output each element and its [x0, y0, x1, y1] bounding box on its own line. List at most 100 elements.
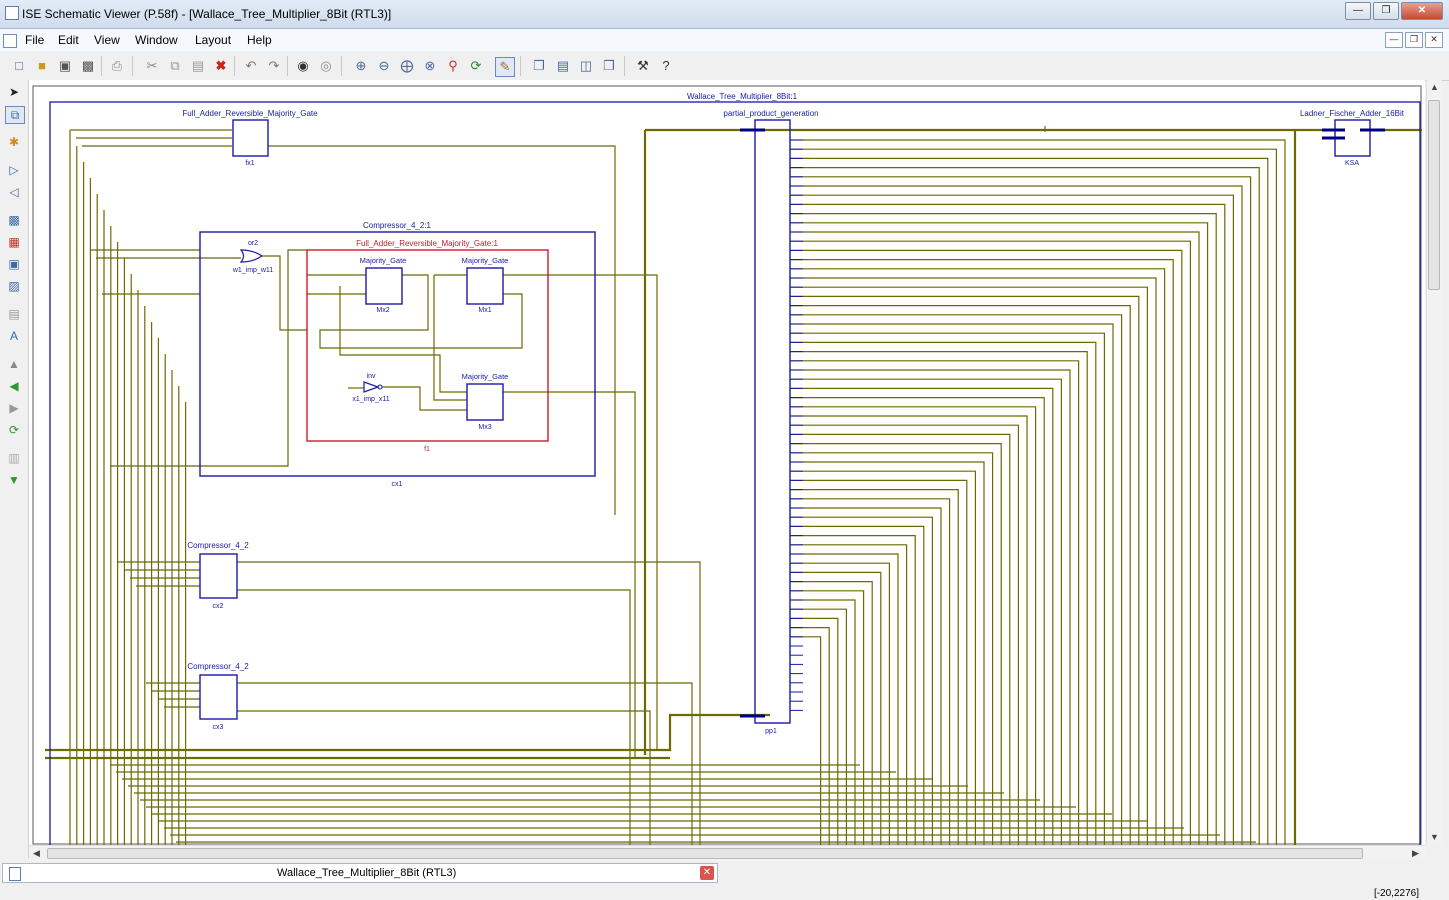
mx1-inst: Mx1: [478, 307, 491, 314]
horizontal-scrollbar[interactable]: ◀ ▶: [29, 845, 1425, 861]
minimize-button[interactable]: —: [1345, 2, 1371, 20]
document-tab-bar: Wallace_Tree_Multiplier_8Bit (RTL3) ✕: [0, 861, 1449, 885]
undo-icon[interactable]: ↶: [242, 57, 260, 75]
maximize-button[interactable]: ❐: [1373, 2, 1399, 20]
document-tab-label: Wallace_Tree_Multiplier_8Bit (RTL3): [277, 867, 457, 879]
add-pin-icon[interactable]: ▩: [5, 212, 23, 228]
zoom-full-icon[interactable]: ⨁: [398, 57, 416, 75]
compressor2-title: Compressor_4_2: [187, 541, 249, 550]
zoom-out-icon[interactable]: ⊖: [375, 57, 393, 75]
ksa-title: Ladner_Fischer_Adder_16Bit: [1300, 109, 1405, 118]
tab-close-icon[interactable]: ✕: [700, 866, 714, 880]
doc-restore-button[interactable]: ❐: [1405, 32, 1423, 48]
save-icon[interactable]: ▣: [56, 57, 74, 75]
document-menu-icon[interactable]: [3, 34, 17, 48]
save-all-icon[interactable]: ▩: [79, 57, 97, 75]
vertical-scrollbar[interactable]: ▲ ▼: [1426, 80, 1442, 845]
scroll-right-icon[interactable]: ▶: [1412, 848, 1419, 859]
pp-block: partial_product_generation pp1: [723, 109, 818, 735]
pp-output-pins: [790, 139, 803, 711]
doc-close-button[interactable]: ✕: [1425, 32, 1443, 48]
menu-bar: File Edit View Window Layout Help — ❐ ✕: [0, 29, 1449, 51]
scroll-down-icon[interactable]: ▼: [1430, 832, 1439, 842]
push-up-icon[interactable]: ▲: [5, 356, 23, 372]
document-window-controls: — ❐ ✕: [1383, 32, 1443, 48]
ksa-inst: KSA: [1345, 160, 1359, 167]
select-pointer-icon[interactable]: ➤: [5, 84, 23, 100]
context-help-icon[interactable]: ?: [657, 57, 675, 75]
document-tab[interactable]: Wallace_Tree_Multiplier_8Bit (RTL3) ✕: [2, 863, 718, 883]
majority-gate-mx3: Majority_Gate Mx3: [462, 372, 509, 431]
menu-window[interactable]: Window: [135, 33, 178, 47]
schematic-doc-icon: [9, 867, 21, 881]
menu-view[interactable]: View: [94, 33, 120, 47]
schematic-canvas[interactable]: Wallace_Tree_Multiplier_8Bit:1 Full_Adde…: [29, 80, 1425, 845]
back-icon[interactable]: ◀: [5, 378, 23, 394]
horizontal-scroll-thumb[interactable]: [47, 848, 1363, 859]
compressor2-block: Compressor_4_2 cx2: [187, 541, 249, 610]
text-label-icon[interactable]: A: [5, 328, 23, 344]
zoom-in-icon[interactable]: ⊕: [352, 57, 370, 75]
mx2-inst: Mx2: [376, 307, 389, 314]
select-area-icon[interactable]: ⧉: [5, 106, 25, 124]
app-icon: [5, 6, 19, 20]
or-gate-inst: w1_imp_w11: [232, 267, 273, 274]
bus-wires: [45, 128, 1422, 845]
compressor1-title: Compressor_4_2:1: [363, 221, 432, 230]
majority-gate-mx1: Majority_Gate Mx1: [462, 256, 509, 314]
symbol-icon[interactable]: ▨: [5, 278, 23, 294]
find-icon[interactable]: ◉: [294, 57, 312, 75]
menu-edit[interactable]: Edit: [58, 33, 79, 47]
forward-icon[interactable]: ▶: [5, 400, 23, 416]
tile-horizontal-icon[interactable]: ▤: [554, 57, 572, 75]
compressor3-title: Compressor_4_2: [187, 662, 249, 671]
cut-icon[interactable]: ✂: [143, 57, 161, 75]
copy-icon[interactable]: ⧉: [166, 57, 184, 75]
new-icon[interactable]: □: [10, 57, 28, 75]
wire-layer: [69, 126, 1286, 845]
scroll-left-icon[interactable]: ◀: [33, 848, 40, 859]
zoom-fit-icon[interactable]: ⊗: [421, 57, 439, 75]
properties-icon[interactable]: ▤: [5, 306, 23, 322]
print-icon[interactable]: ⎙: [108, 57, 126, 75]
close-button[interactable]: ✕: [1401, 2, 1443, 20]
run-icon[interactable]: ▼: [5, 472, 23, 488]
instance-icon[interactable]: ▣: [5, 256, 23, 272]
vertical-scroll-thumb[interactable]: [1428, 100, 1440, 290]
history-icon[interactable]: ⟳: [5, 422, 23, 438]
cascade-icon[interactable]: ❐: [530, 57, 548, 75]
paste-icon[interactable]: ▤: [189, 57, 207, 75]
expand-forward-icon[interactable]: ▷: [5, 162, 23, 178]
delete-icon[interactable]: ✖: [212, 57, 230, 75]
title-bar: ISE Schematic Viewer (P.58f) - [Wallace_…: [0, 0, 1449, 29]
doc-minimize-button[interactable]: —: [1385, 32, 1403, 48]
scroll-up-icon[interactable]: ▲: [1430, 82, 1439, 92]
compressor3-block: Compressor_4_2 cx3: [187, 662, 249, 731]
window-controls: — ❐ ✕: [1343, 2, 1443, 20]
expand-backward-icon[interactable]: ◁: [5, 184, 23, 200]
toolbar: □ ■ ▣ ▩ ⎙ ✂ ⧉ ▤ ✖ ↶ ↷ ◉ ◎ ⊕ ⊖ ⨁ ⊗ ⚲ ⟳ ✎ …: [0, 52, 1449, 81]
compressor1-inst: cx1: [392, 481, 403, 488]
inverter-title: inv: [367, 373, 376, 380]
open-folder-icon[interactable]: ■: [33, 57, 51, 75]
fa-top-title: Full_Adder_Reversible_Majority_Gate: [182, 109, 318, 118]
menu-file[interactable]: File: [25, 33, 44, 47]
settings-wrench-icon[interactable]: ⚒: [634, 57, 652, 75]
add-wire-icon[interactable]: ✱: [5, 134, 23, 150]
hierarchy-icon[interactable]: ▥: [5, 450, 23, 466]
redo-icon[interactable]: ↷: [265, 57, 283, 75]
find-next-icon[interactable]: ◎: [317, 57, 335, 75]
arrange-icon[interactable]: ❒: [600, 57, 618, 75]
refresh-icon[interactable]: ⟳: [467, 57, 485, 75]
menu-help[interactable]: Help: [247, 33, 272, 47]
fa-inner-inst: f1: [424, 446, 430, 453]
inverter-inst: x1_imp_x11: [352, 396, 389, 403]
mx3-title: Majority_Gate: [462, 372, 509, 381]
pan-tool-icon[interactable]: ✎: [495, 57, 515, 77]
pp-inst: pp1: [765, 728, 777, 735]
menu-layout[interactable]: Layout: [195, 33, 231, 47]
tile-vertical-icon[interactable]: ◫: [577, 57, 595, 75]
zoom-selection-icon[interactable]: ⚲: [444, 57, 462, 75]
remove-pin-icon[interactable]: ▦: [5, 234, 23, 250]
fa-top-inst: fx1: [245, 160, 254, 167]
